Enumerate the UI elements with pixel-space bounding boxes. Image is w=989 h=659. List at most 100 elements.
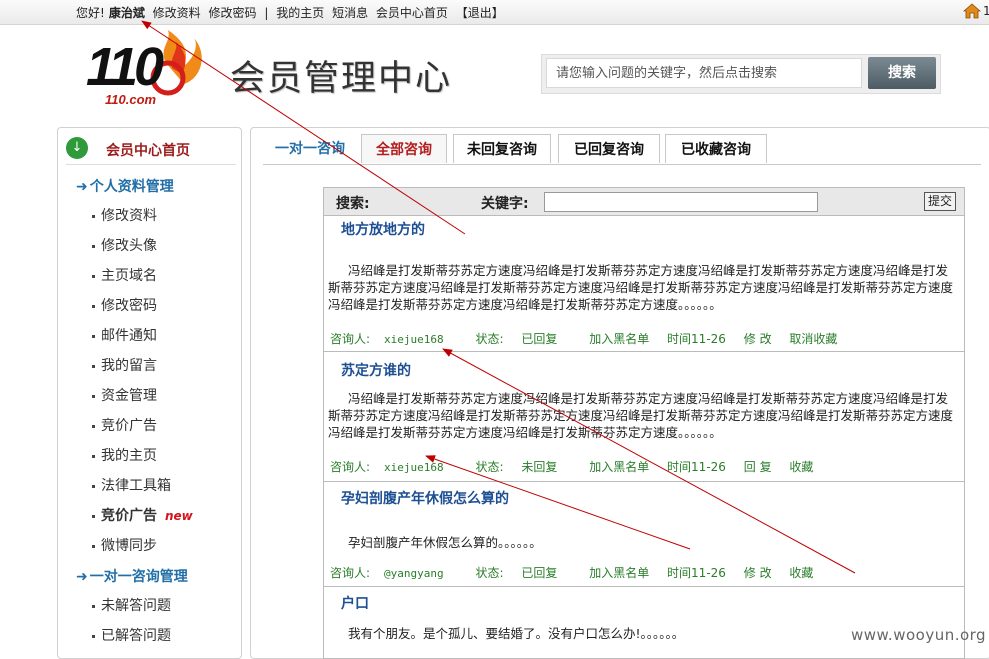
logout-link[interactable]: 【退出】 xyxy=(456,6,504,20)
bullet-icon xyxy=(92,484,95,488)
entry-title[interactable]: 苏定方谁的 xyxy=(341,360,411,380)
keyword-input[interactable] xyxy=(544,192,818,212)
edit-profile-link[interactable]: 修改资料 xyxy=(153,6,201,20)
sidebar-item-label: 主页域名 xyxy=(101,268,157,284)
sidebar-item-label: 我的主页 xyxy=(101,448,157,464)
entry-title[interactable]: 户口 xyxy=(341,593,369,613)
asker-label: 咨询人: xyxy=(330,460,371,474)
keyword-label: 关键字: xyxy=(481,196,529,212)
header-search: 请您输入问题的关键字，然后点击搜索 搜索 xyxy=(541,54,941,94)
sidebar-item[interactable]: 主页域名 xyxy=(92,265,157,285)
search-input[interactable]: 请您输入问题的关键字，然后点击搜索 xyxy=(546,58,862,88)
top-nav-bar: 您好! 康治斌 修改资料 修改密码 | 我的主页 短消息 会员中心首页 【退出】 … xyxy=(0,0,989,25)
status-label: 状态: xyxy=(475,460,504,474)
bullet-icon xyxy=(92,244,95,248)
entry-title[interactable]: 地方放地方的 xyxy=(341,219,425,239)
section-label: 个人资料管理 xyxy=(89,179,174,195)
asker-label: 咨询人: xyxy=(330,332,371,346)
sidebar-item-label: 竞价广告 xyxy=(101,508,157,524)
new-badge: new xyxy=(165,509,193,523)
sidebar-item[interactable]: 竞价广告 new xyxy=(92,505,193,525)
sidebar-item-label: 邮件通知 xyxy=(101,328,157,344)
change-password-link[interactable]: 修改密码 xyxy=(209,6,257,20)
list-item: 户口 我有个朋友。是个孤儿、要结婚了。没有户口怎么办!。。。。。。 xyxy=(324,587,964,657)
bullet-icon xyxy=(92,364,95,368)
tab-one-to-one[interactable]: 一对一咨询 xyxy=(267,134,353,162)
top-links: 您好! 康治斌 修改资料 修改密码 | 我的主页 短消息 会员中心首页 【退出】 xyxy=(76,4,508,21)
entry-body: 孕妇剖腹产年休假怎么算的。。。。。。 xyxy=(348,535,542,550)
sidebar-item[interactable]: 修改资料 xyxy=(92,205,157,225)
asker-name[interactable]: xiejue168 xyxy=(384,461,444,474)
bullet-icon xyxy=(92,634,95,638)
sidebar-item[interactable]: 未解答问题 xyxy=(92,595,171,615)
sidebar-section-consult[interactable]: ➜ 一对一咨询管理 xyxy=(76,566,188,586)
edit-link[interactable]: 修 改 xyxy=(744,332,772,346)
sidebar-home[interactable]: ↓ 会员中心首页 xyxy=(66,136,236,165)
edit-link[interactable]: 修 改 xyxy=(744,566,772,580)
asker-name[interactable]: xiejue168 xyxy=(384,333,444,346)
blacklist-link[interactable]: 加入黑名单 xyxy=(589,460,649,474)
sidebar-item[interactable]: 已解答问题 xyxy=(92,625,171,645)
bullet-icon xyxy=(92,454,95,458)
bullet-icon xyxy=(92,214,95,218)
sidebar-section-profile[interactable]: ➜ 个人资料管理 xyxy=(76,176,174,196)
list-item: 苏定方谁的 冯绍峰是打发斯蒂芬苏定方速度冯绍峰是打发斯蒂芬苏定方速度冯绍峰是打发… xyxy=(324,352,964,482)
favorite-link[interactable]: 收藏 xyxy=(789,566,813,580)
sidebar-item[interactable]: 法律工具箱 xyxy=(92,475,171,495)
asker: 咨询人: xiejue168 xyxy=(330,332,458,346)
entry-time: 时间11-26 xyxy=(667,332,726,346)
blacklist-link[interactable]: 加入黑名单 xyxy=(589,566,649,580)
search-button[interactable]: 搜索 xyxy=(868,57,936,89)
unfavorite-link[interactable]: 取消收藏 xyxy=(789,332,837,346)
tab-favorites[interactable]: 已收藏咨询 xyxy=(665,134,767,163)
entry-meta: 咨询人: xiejue168 状态: 未回复 加入黑名单 时间11-26 回 复 … xyxy=(330,458,827,475)
sidebar-item[interactable]: 竞价广告 xyxy=(92,415,157,435)
sidebar-item-label: 修改密码 xyxy=(101,298,157,314)
sidebar-item-label: 未解答问题 xyxy=(101,598,171,614)
username-link[interactable]: 康治斌 xyxy=(109,6,145,20)
sidebar-item[interactable]: 我的主页 xyxy=(92,445,157,465)
home-icon[interactable] xyxy=(963,3,981,19)
logo-number: 110 xyxy=(86,37,164,97)
sidebar-item-label: 资金管理 xyxy=(101,388,157,404)
consult-list-panel: 搜索: 关键字: 提交 地方放地方的 冯绍峰是打发斯蒂芬苏定方速度冯绍峰是打发斯… xyxy=(323,187,965,659)
tab-all[interactable]: 全部咨询 xyxy=(361,134,447,163)
tab-replied[interactable]: 已回复咨询 xyxy=(558,134,660,163)
watermark: www.wooyun.org xyxy=(851,626,987,644)
status: 状态: 已回复 xyxy=(475,332,571,346)
sidebar-item[interactable]: 我的留言 xyxy=(92,355,157,375)
member-center-link[interactable]: 会员中心首页 xyxy=(376,6,448,20)
blacklist-link[interactable]: 加入黑名单 xyxy=(589,332,649,346)
download-arrow-icon: ↓ xyxy=(66,137,88,159)
list-item: 地方放地方的 冯绍峰是打发斯蒂芬苏定方速度冯绍峰是打发斯蒂芬苏定方速度冯绍峰是打… xyxy=(324,216,964,352)
sidebar-item[interactable]: 邮件通知 xyxy=(92,325,157,345)
sidebar-item-label: 已解答问题 xyxy=(101,628,171,644)
reply-link[interactable]: 回 复 xyxy=(744,460,772,474)
entry-time: 时间11-26 xyxy=(667,460,726,474)
sidebar-item[interactable]: 修改头像 xyxy=(92,235,157,255)
messages-link[interactable]: 短消息 xyxy=(332,6,368,20)
my-homepage-link[interactable]: 我的主页 xyxy=(276,6,324,20)
bullet-icon xyxy=(92,334,95,338)
sidebar-item[interactable]: 微博同步 xyxy=(92,535,157,555)
page-title: 会员管理中心 xyxy=(230,59,453,99)
tab-unreplied[interactable]: 未回复咨询 xyxy=(453,134,551,163)
right-arrow-icon: ➜ xyxy=(76,179,88,195)
entry-body: 冯绍峰是打发斯蒂芬苏定方速度冯绍峰是打发斯蒂芬苏定方速度冯绍峰是打发斯蒂芬苏定方… xyxy=(328,391,954,440)
logo-subtext: 110.com xyxy=(105,92,157,107)
entry-time: 时间11-26 xyxy=(667,566,726,580)
submit-button[interactable]: 提交 xyxy=(924,192,956,211)
status: 状态: 已回复 xyxy=(475,566,571,580)
asker-name[interactable]: @yangyang xyxy=(384,567,444,580)
bullet-icon xyxy=(92,394,95,398)
favorite-link[interactable]: 收藏 xyxy=(789,460,813,474)
entry-title[interactable]: 孕妇剖腹产年休假怎么算的 xyxy=(341,488,509,508)
bullet-icon xyxy=(92,544,95,548)
sidebar: ↓ 会员中心首页 ➜ 个人资料管理 修改资料 修改头像 主页域名 修改密码 邮件通… xyxy=(57,127,242,659)
sidebar-item[interactable]: 修改密码 xyxy=(92,295,157,315)
asker-label: 咨询人: xyxy=(330,566,371,580)
bullet-icon xyxy=(92,424,95,428)
sidebar-item-label: 我的留言 xyxy=(101,358,157,374)
entry-meta: 咨询人: @yangyang 状态: 已回复 加入黑名单 时间11-26 修 改 … xyxy=(330,564,827,581)
sidebar-item[interactable]: 资金管理 xyxy=(92,385,157,405)
